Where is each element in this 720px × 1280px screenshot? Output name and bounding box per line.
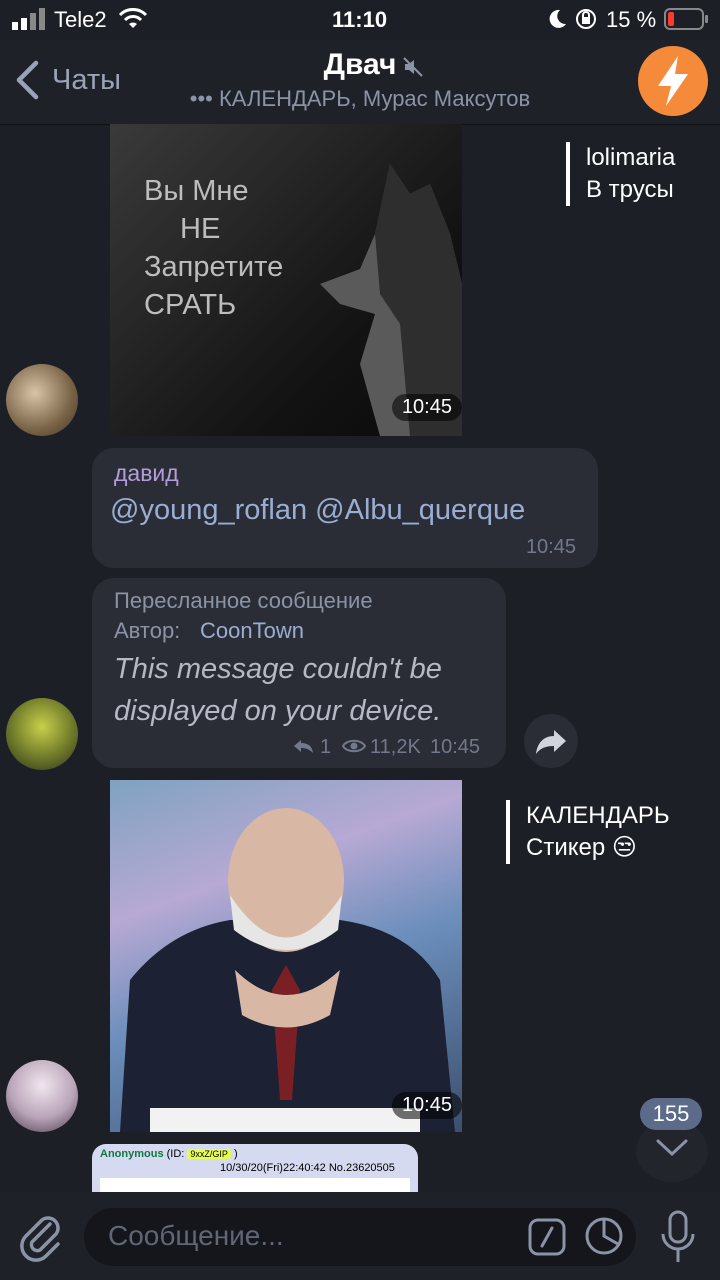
- reply-text: В трусы: [586, 176, 674, 203]
- microphone-icon[interactable]: [660, 1210, 696, 1264]
- forwarded-header: Пересланное сообщение: [114, 588, 373, 613]
- avatar-owl[interactable]: [6, 364, 78, 436]
- post-id-close: ): [234, 1148, 238, 1160]
- signal-icon: [12, 8, 45, 30]
- message-placeholder: Сообщение...: [108, 1220, 284, 1251]
- chevron-down-icon: [656, 1139, 688, 1157]
- man-figure: [120, 808, 455, 1132]
- status-bar: Tele2 11:10 15 %: [0, 0, 720, 40]
- wifi-icon: [118, 8, 148, 28]
- reply-author: КАЛЕНДАРЬ: [526, 802, 670, 829]
- avatar-anime[interactable]: [6, 1060, 78, 1132]
- forwarded-author-label: Автор:: [114, 618, 181, 643]
- paperclip-icon[interactable]: [18, 1212, 64, 1262]
- reply-author: lolimaria: [586, 144, 676, 171]
- lightning-icon: [658, 56, 688, 106]
- post-header: Anonymous (ID: 9xxZ/GIP ): [100, 1148, 238, 1160]
- view-count: 11,2K: [370, 736, 421, 758]
- caption-line-4: СРАТЬ: [144, 289, 237, 321]
- chat-title[interactable]: Двач: [0, 48, 720, 82]
- battery-icon: [664, 8, 708, 30]
- clock: 11:10: [332, 7, 388, 32]
- message-time: 10:45: [525, 536, 576, 558]
- wolf-caption: Вы Мне НЕ Запретите СРАТЬ: [144, 172, 283, 324]
- photo-message[interactable]: 10:45: [110, 780, 462, 1132]
- post-id-value: 9xxZ/GIP: [187, 1149, 231, 1159]
- battery-percent: 15 %: [606, 7, 657, 32]
- imageboard-screenshot[interactable]: Anonymous (ID: 9xxZ/GIP ) 10/30/20(Fri)2…: [92, 1144, 418, 1192]
- moon-icon: [549, 9, 566, 28]
- message-time: 10:45: [391, 1092, 462, 1119]
- share-arrow-icon: [536, 730, 566, 754]
- post-body: [100, 1178, 410, 1192]
- reply-reference[interactable]: lolimaria В трусы: [566, 142, 675, 206]
- reply-count: 1: [320, 736, 332, 758]
- chat-title-text: Двач: [323, 48, 397, 81]
- caption-line-1: Вы Мне: [144, 175, 249, 207]
- reply-reference[interactable]: КАЛЕНДАРЬ Стикер 😒: [506, 800, 670, 864]
- message-bubble-david[interactable]: давид @young_roflan @Albu_querque 10:45: [92, 448, 598, 568]
- wolf-image-message[interactable]: Вы Мне НЕ Запретите СРАТЬ 10:45: [110, 124, 462, 436]
- post-id-label: (ID:: [166, 1148, 185, 1160]
- message-time: 10:45: [430, 736, 481, 758]
- views-eye-icon: [342, 739, 366, 753]
- sender-name: давид: [114, 460, 179, 486]
- caption-line-2: НЕ: [180, 213, 221, 245]
- reply-count-icon: [294, 740, 313, 753]
- unsupported-message-text: This message couldn't be displayed on yo…: [114, 653, 442, 727]
- carrier-name: Tele2: [54, 7, 107, 32]
- post-date-number: 10/30/20(Fri)22:40:42 No.23620505: [220, 1162, 395, 1174]
- forwarded-message-bubble[interactable]: Пересланное сообщение Автор: CoonTown Th…: [92, 578, 506, 768]
- sticker-icon[interactable]: [584, 1216, 624, 1256]
- typing-status: ••• КАЛЕНДАРЬ, Мурас Максутов: [189, 86, 531, 111]
- post-author: Anonymous: [100, 1148, 164, 1160]
- unread-count-badge: 155: [640, 1098, 702, 1130]
- mention-links[interactable]: @young_roflan @Albu_querque: [110, 494, 525, 527]
- rotation-lock-icon: [576, 9, 596, 29]
- caption-line-3: Запретите: [144, 251, 284, 283]
- reply-text: Стикер 😒: [526, 834, 637, 861]
- avatar-cartoon[interactable]: [6, 698, 78, 770]
- forwarded-author-name[interactable]: CoonTown: [200, 618, 304, 644]
- muted-icon: [403, 57, 423, 77]
- commands-icon[interactable]: [528, 1218, 566, 1256]
- share-button[interactable]: [524, 714, 578, 768]
- message-time: 10:45: [391, 394, 462, 421]
- channel-avatar[interactable]: [638, 46, 708, 116]
